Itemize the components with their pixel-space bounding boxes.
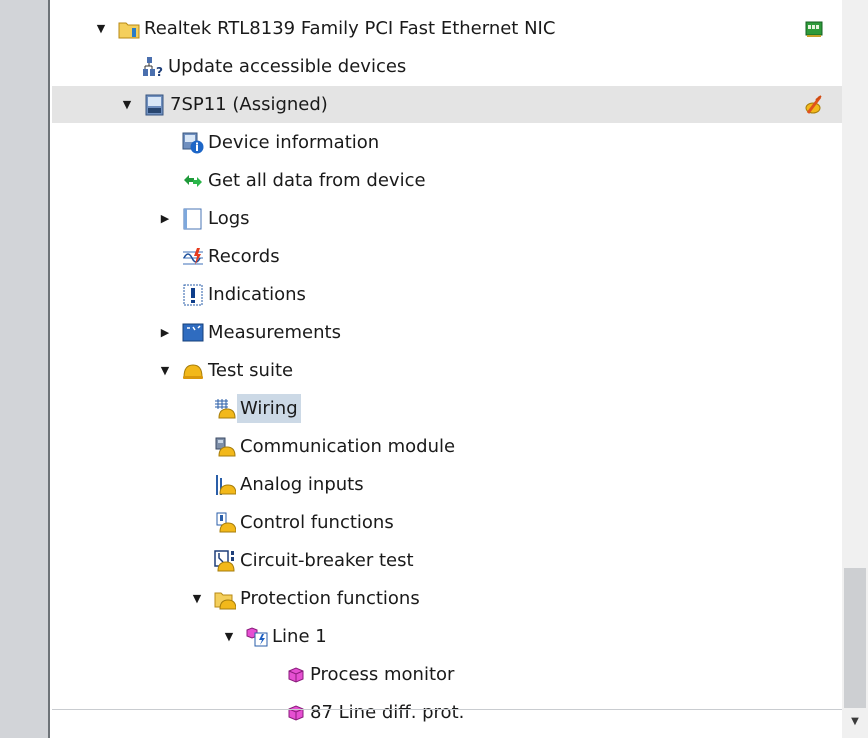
tree-item-analog-inputs[interactable]: Analog inputs	[52, 466, 842, 503]
get-data-icon	[182, 170, 204, 192]
device-icon	[144, 94, 166, 116]
protection-functions-icon	[214, 588, 237, 610]
tree-item-label: Get all data from device	[208, 170, 426, 191]
tree-item-records[interactable]: Records	[52, 238, 842, 275]
expand-arrow-icon[interactable]: ▶	[158, 200, 172, 237]
tree-item-measurements[interactable]: ▶ Measurements	[52, 314, 842, 351]
tree-item-label: Measurements	[208, 322, 341, 343]
tree-item-label: Test suite	[208, 360, 294, 381]
test-suite-icon	[182, 360, 204, 382]
collapse-arrow-icon[interactable]: ▼	[158, 352, 172, 389]
expand-arrow-icon[interactable]: ▶	[158, 314, 172, 351]
collapse-arrow-icon[interactable]: ▼	[120, 86, 134, 123]
tree-item-logs[interactable]: ▶ Logs	[52, 200, 842, 237]
function-block-icon	[286, 664, 308, 686]
tree-item-label: Protection functions	[240, 588, 420, 609]
tree-item-line-diff-prot[interactable]: 87 Line diff. prot.	[52, 694, 842, 731]
tree-item-label: Control functions	[240, 512, 394, 533]
tree-item-label: Logs	[208, 208, 250, 229]
tree-item-label: 7SP11 (Assigned)	[170, 94, 328, 115]
tree-item-get-all-data[interactable]: Get all data from device	[52, 162, 842, 199]
update-devices-icon: ?	[142, 56, 164, 79]
device-information-icon	[182, 132, 204, 154]
tree-item-label: Device information	[208, 132, 380, 153]
tree-item-label: Wiring	[237, 394, 301, 423]
tree-item-update-devices[interactable]: ? Update accessible devices	[52, 48, 842, 85]
online-connection-icon	[804, 95, 824, 115]
tree-item-device-7sp11[interactable]: ▼ 7SP11 (Assigned)	[52, 86, 842, 123]
tree-item-device-information[interactable]: Device information	[52, 124, 842, 161]
tree-item-line-1[interactable]: ▼ Line 1	[52, 618, 842, 655]
tree-item-control-functions[interactable]: Control functions	[52, 504, 842, 541]
scroll-down-icon[interactable]: ▼	[846, 712, 864, 732]
left-panel-strip	[0, 0, 50, 738]
wiring-icon	[214, 398, 236, 420]
line-icon	[246, 626, 268, 648]
tree-item-label: Analog inputs	[240, 474, 364, 495]
tree-item-circuit-breaker-test[interactable]: Circuit-breaker test	[52, 542, 842, 579]
communication-module-icon	[214, 436, 236, 458]
control-functions-icon	[214, 512, 237, 534]
analog-inputs-icon	[214, 474, 237, 496]
indications-icon	[182, 284, 204, 306]
tree-item-label: Realtek RTL8139 Family PCI Fast Ethernet…	[144, 18, 556, 39]
svg-text:?: ?	[156, 65, 163, 78]
network-adapter-icon	[804, 19, 824, 39]
tree-item-label: Communication module	[240, 436, 456, 457]
tree-item-label: 87 Line diff. prot.	[310, 702, 465, 723]
tree-item-label: Update accessible devices	[168, 56, 407, 77]
collapse-arrow-icon[interactable]: ▼	[222, 618, 236, 655]
tree-item-label: Indications	[208, 284, 306, 305]
tree-item-test-suite[interactable]: ▼ Test suite	[52, 352, 842, 389]
records-icon	[182, 246, 204, 268]
logs-icon	[182, 208, 204, 230]
tree-item-process-monitor[interactable]: Process monitor	[52, 656, 842, 693]
tree-item-network-adapter[interactable]: ▼ Realtek RTL8139 Family PCI Fast Ethern…	[52, 10, 842, 47]
tree-item-indications[interactable]: Indications	[52, 276, 842, 313]
function-block-icon	[286, 702, 308, 724]
collapse-arrow-icon[interactable]: ▼	[94, 10, 108, 47]
tree-item-wiring[interactable]: Wiring	[52, 390, 842, 427]
tree-item-label: Circuit-breaker test	[240, 550, 414, 571]
tree-item-label: Line 1	[272, 626, 327, 647]
panel-divider	[48, 0, 50, 738]
tree-item-label: Records	[208, 246, 280, 267]
project-tree: ▼ Realtek RTL8139 Family PCI Fast Ethern…	[52, 0, 842, 723]
tree-item-communication-module[interactable]: Communication module	[52, 428, 842, 465]
circuit-breaker-icon	[214, 550, 236, 572]
panel-bottom-border	[52, 709, 842, 710]
folder-network-icon	[118, 18, 140, 40]
scrollbar-thumb[interactable]	[844, 568, 866, 708]
collapse-arrow-icon[interactable]: ▼	[190, 580, 204, 617]
tree-item-label: Process monitor	[310, 664, 455, 685]
measurements-icon	[182, 322, 204, 344]
vertical-scrollbar[interactable]: ▼	[842, 0, 868, 738]
tree-item-protection-functions[interactable]: ▼ Protection functions	[52, 580, 842, 617]
